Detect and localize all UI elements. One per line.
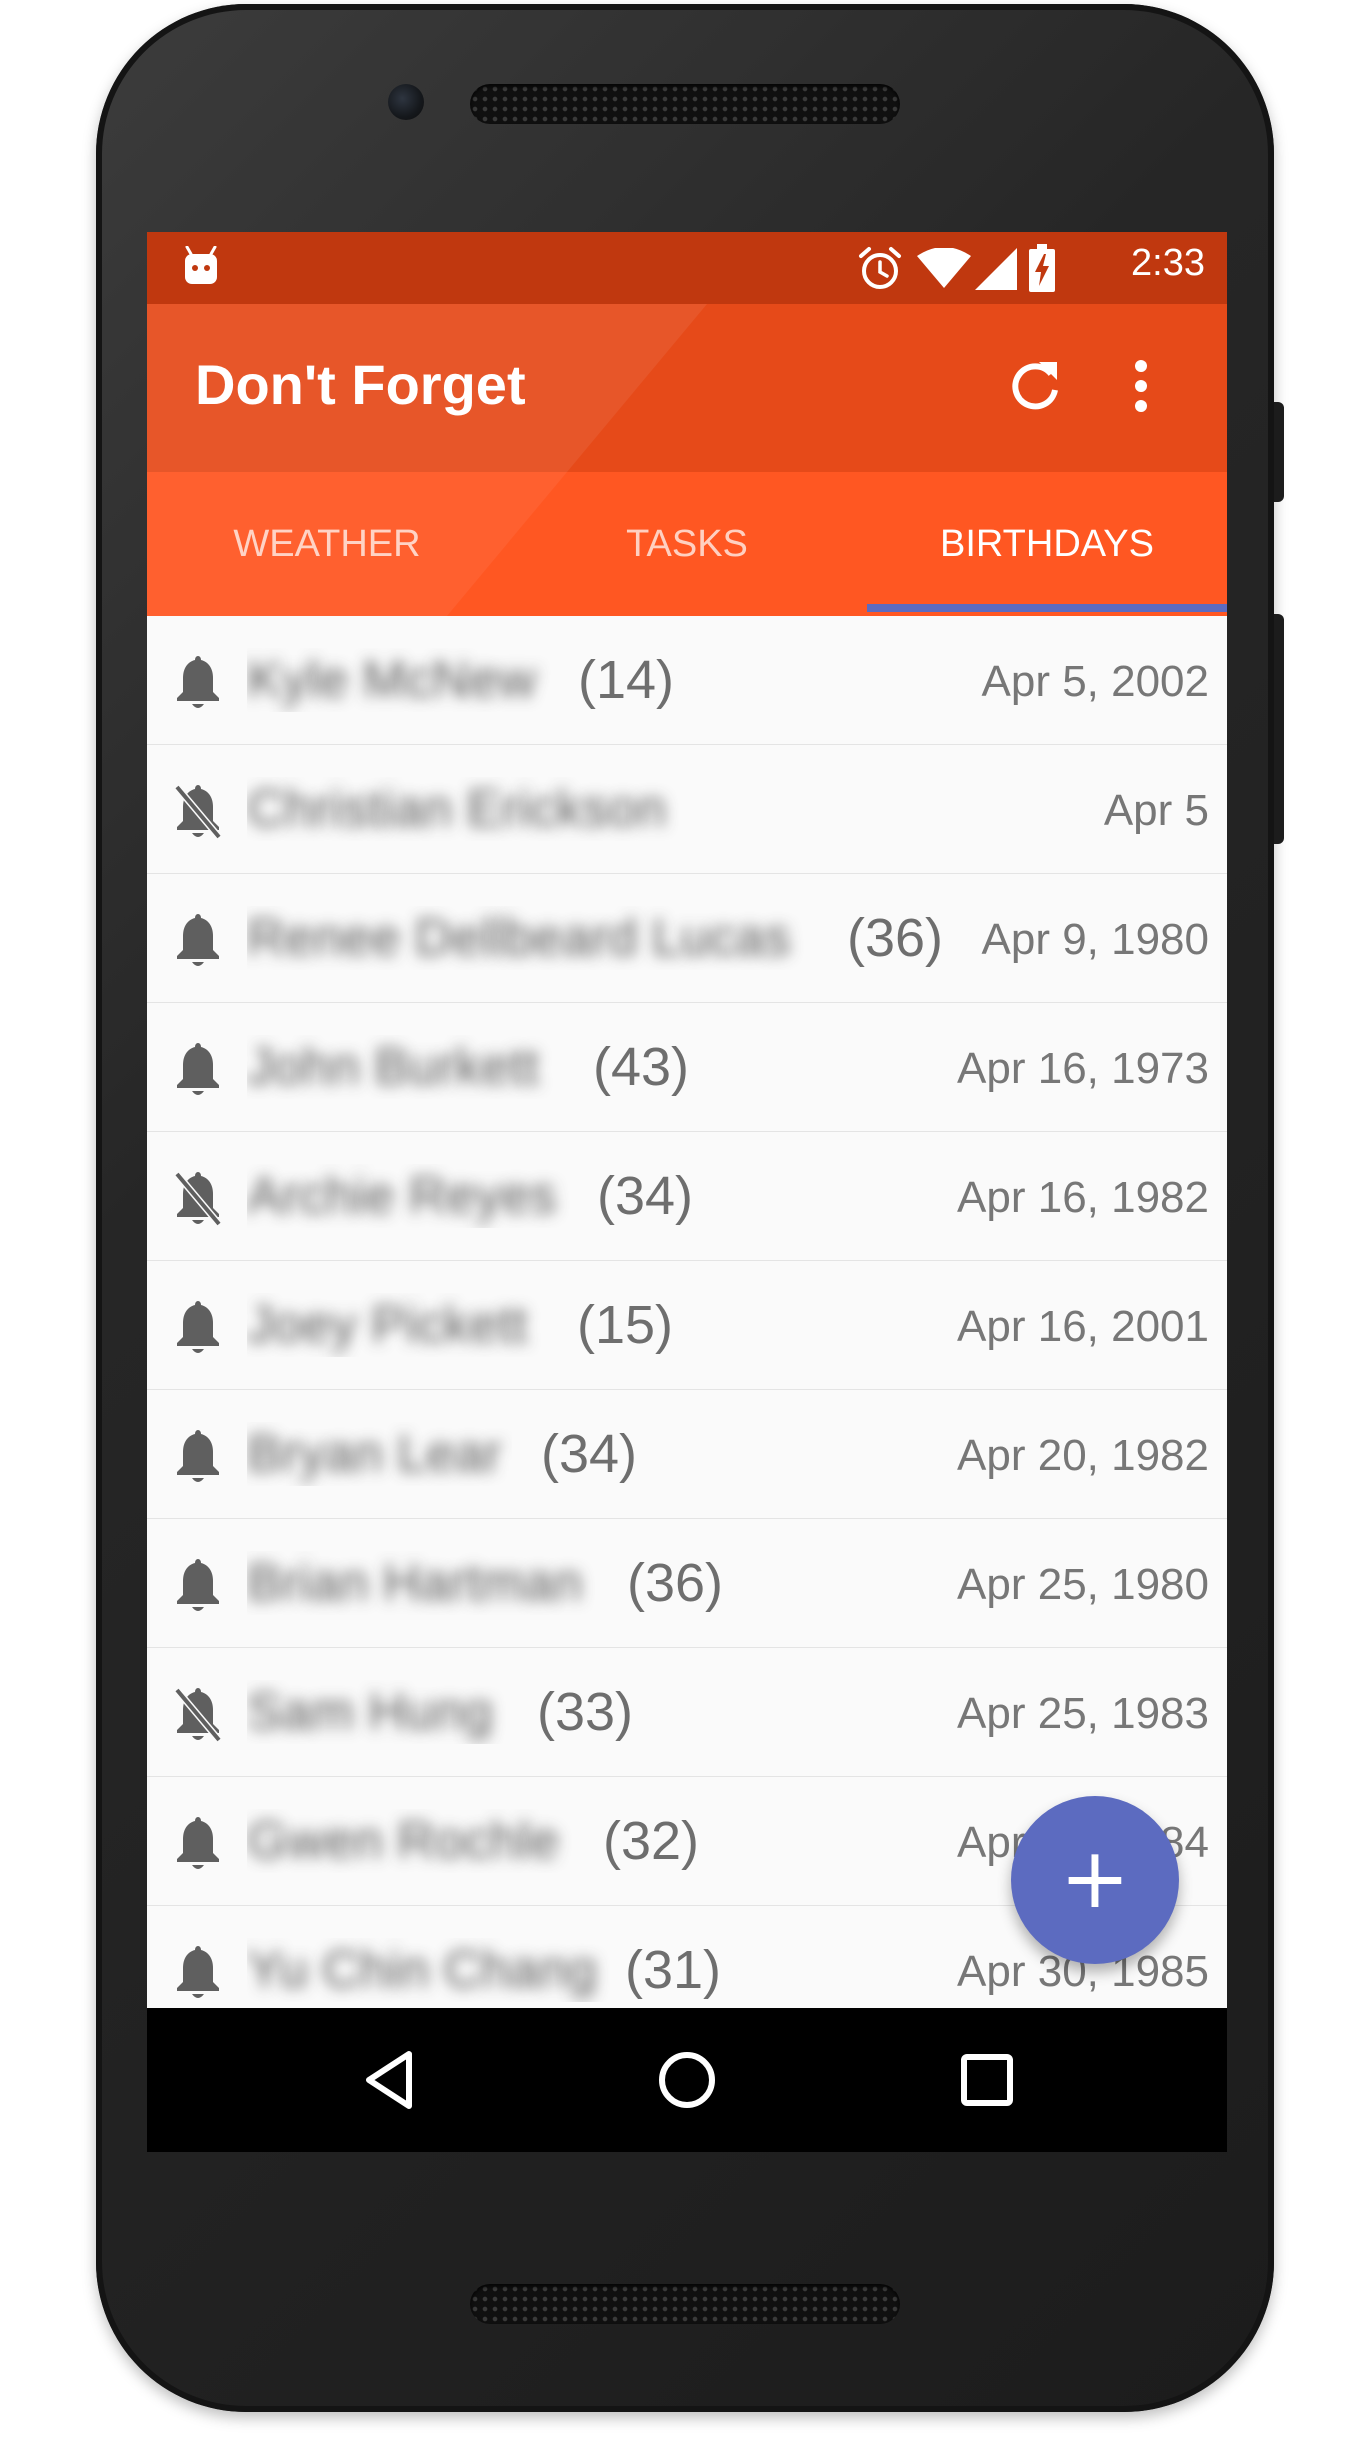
birthday-row[interactable]: John Burkett (43) Apr 16, 1973: [147, 1003, 1227, 1133]
birthday-date: Apr 16, 2001: [957, 1302, 1209, 1351]
navigation-bar: [147, 2008, 1227, 2152]
active-tab-indicator: [867, 604, 1227, 612]
android-icon: [185, 246, 217, 284]
age-label: (36): [627, 1553, 724, 1613]
age-label: (31): [625, 1940, 722, 2000]
bottom-speaker: [470, 2284, 900, 2324]
contact-name-blurred: Yu Chin Chang: [247, 1941, 597, 1999]
bell-icon[interactable]: [171, 1297, 225, 1357]
age-label: (15): [577, 1295, 674, 1355]
birthday-date: Apr 16, 1973: [957, 1044, 1209, 1093]
status-time: 2:33: [1131, 242, 1205, 284]
age-label: (43): [593, 1037, 690, 1097]
age-label: (34): [541, 1424, 638, 1484]
birthday-date: Apr 9, 1980: [981, 915, 1210, 964]
age-label: (36): [847, 908, 944, 968]
contact-name-blurred: Kyle McNew: [247, 651, 536, 709]
back-icon[interactable]: [363, 2050, 415, 2110]
recents-icon[interactable]: [959, 2052, 1015, 2108]
bell-icon[interactable]: [171, 1426, 225, 1486]
app-bar: Don't Forget: [147, 304, 1227, 472]
birthday-row[interactable]: Brian Hartman (36) Apr 25, 1980: [147, 1519, 1227, 1649]
birthday-date: Apr 5, 2002: [981, 657, 1210, 706]
more-vert-icon[interactable]: [1129, 356, 1153, 416]
home-icon[interactable]: [657, 2050, 717, 2110]
birthday-date: Apr 20, 1982: [957, 1431, 1209, 1480]
app-title: Don't Forget: [195, 353, 526, 416]
age-label: (14): [578, 650, 675, 710]
screen: 2:33 Don't Forget WEATHER TASKS BIRTHDAY…: [147, 232, 1227, 2152]
bell-icon[interactable]: [171, 652, 225, 712]
tab-birthdays[interactable]: BIRTHDAYS: [867, 472, 1227, 616]
front-camera: [388, 84, 424, 120]
add-birthday-button[interactable]: +: [1011, 1796, 1179, 1964]
tab-tasks[interactable]: TASKS: [507, 472, 867, 616]
contact-name-blurred: Renee Dellbeard Lucas: [247, 909, 791, 967]
contact-name-blurred: John Burkett: [247, 1038, 539, 1096]
birthday-row[interactable]: Kyle McNew (14) Apr 5, 2002: [147, 616, 1227, 746]
bell-icon[interactable]: [171, 1942, 225, 2002]
bell-off-icon[interactable]: [171, 781, 225, 841]
birthday-date: Apr 16, 1982: [957, 1173, 1209, 1222]
contact-name-blurred: Christian Erickson: [247, 780, 667, 838]
birthday-date: Apr 25, 1980: [957, 1560, 1209, 1609]
contact-name-blurred: Archie Reyes: [247, 1167, 557, 1225]
tab-bar: WEATHER TASKS BIRTHDAYS: [147, 472, 1227, 616]
birthday-date: Apr 5: [1103, 786, 1209, 835]
contact-name-blurred: Joey Pickett: [247, 1296, 528, 1354]
birthday-row[interactable]: Sam Hung (33) Apr 25, 1983: [147, 1648, 1227, 1778]
bell-off-icon[interactable]: [171, 1684, 225, 1744]
age-label: (32): [603, 1811, 700, 1871]
alarm-icon: [859, 247, 901, 289]
status-bar: 2:33: [147, 232, 1227, 304]
bell-icon[interactable]: [171, 1039, 225, 1099]
bell-off-icon[interactable]: [171, 1168, 225, 1228]
age-label: (33): [537, 1682, 634, 1742]
power-button: [1274, 402, 1284, 502]
age-label: (34): [597, 1166, 694, 1226]
tab-weather[interactable]: WEATHER: [147, 472, 507, 616]
volume-button: [1274, 614, 1284, 844]
bell-icon[interactable]: [171, 1555, 225, 1615]
top-speaker: [470, 84, 900, 124]
birthday-row[interactable]: Bryan Lear (34) Apr 20, 1982: [147, 1390, 1227, 1520]
birthday-row[interactable]: Joey Pickett (15) Apr 16, 2001: [147, 1261, 1227, 1391]
bell-icon[interactable]: [171, 910, 225, 970]
contact-name-blurred: Bryan Lear: [247, 1425, 502, 1483]
birthday-row[interactable]: Renee Dellbeard Lucas (36) Apr 9, 1980: [147, 874, 1227, 1004]
contact-name-blurred: Sam Hung: [247, 1683, 493, 1741]
refresh-icon[interactable]: [1005, 356, 1065, 416]
signal-icon: [975, 248, 1017, 290]
battery-charging-icon: [1029, 244, 1055, 292]
bell-icon[interactable]: [171, 1813, 225, 1873]
contact-name-blurred: Gwen Rochle: [247, 1812, 560, 1870]
birthday-row[interactable]: Archie Reyes (34) Apr 16, 1982: [147, 1132, 1227, 1262]
birthday-row[interactable]: Christian Erickson Apr 5: [147, 745, 1227, 875]
contact-name-blurred: Brian Hartman: [247, 1554, 583, 1612]
birthday-list[interactable]: Kyle McNew (14) Apr 5, 2002 Christian Erick…: [147, 616, 1227, 2008]
birthday-date: Apr 25, 1983: [957, 1689, 1209, 1738]
wifi-icon: [917, 248, 971, 288]
